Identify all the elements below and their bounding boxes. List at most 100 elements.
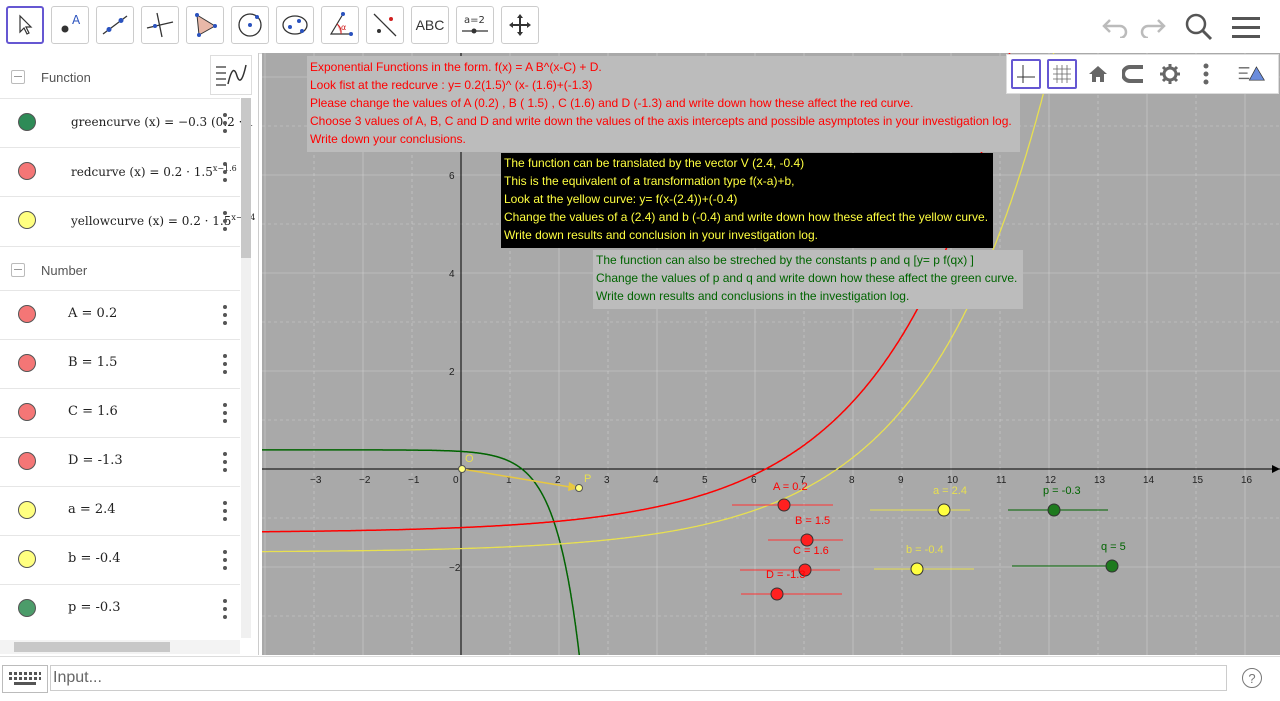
algebra-row-p[interactable]: p = -0.3 [0, 584, 240, 633]
collapse-icon[interactable] [11, 70, 25, 84]
algebra-horizontal-scrollbar[interactable] [0, 640, 240, 654]
gear-icon [1160, 64, 1180, 84]
algebra-row-greencurve[interactable]: greencurve (x) = −0.3 (0.2 · 1 [0, 98, 254, 147]
slider-b-label: b = -0.4 [906, 544, 944, 556]
show-grid-button[interactable] [1047, 59, 1077, 89]
perpendicular-line-icon [146, 12, 174, 38]
x-tick-label: 3 [604, 475, 610, 486]
algebra-row-a[interactable]: a = 2.4 [0, 486, 240, 535]
visibility-toggle-icon[interactable] [18, 452, 36, 470]
graphics-view[interactable]: −3 −2 −1 0 1 2 3 4 5 6 7 8 9 10 11 12 13 14 15 16 6 4 2 −2 O P … [262, 53, 1280, 655]
polygon-tool-button[interactable] [186, 6, 224, 44]
scrollbar-thumb[interactable] [14, 642, 170, 652]
visibility-toggle-icon[interactable] [18, 162, 36, 180]
row-menu-icon[interactable] [222, 113, 228, 133]
keyboard-icon [9, 672, 41, 685]
point-O-label: O [465, 453, 474, 465]
point-icon: A [61, 13, 81, 33]
move-graphics-tool-button[interactable] [501, 6, 539, 44]
visibility-toggle-icon[interactable] [18, 501, 36, 519]
number-category-header[interactable]: Number [0, 246, 240, 293]
move-tool-button[interactable] [6, 6, 44, 44]
point-tool-button[interactable]: A [51, 6, 89, 44]
input-bar: Input... ? [0, 656, 1280, 701]
slider-D-label: D = -1.3 [766, 569, 805, 581]
row-menu-icon[interactable] [222, 501, 228, 521]
visibility-toggle-icon[interactable] [18, 550, 36, 568]
algebra-row-yellowcurve[interactable]: yellowcurve (x) = 0.2 · 1.5x−2.4 [0, 196, 255, 245]
row-menu-icon[interactable] [222, 211, 228, 231]
algebra-row-B[interactable]: B = 1.5 [0, 339, 240, 388]
point-capturing-button[interactable] [1119, 59, 1149, 89]
redo-button[interactable] [1136, 10, 1170, 44]
standard-view-button[interactable] [1083, 59, 1113, 89]
instructions-box-green[interactable]: The function can also be streched by the… [593, 250, 1023, 309]
algebra-row-A[interactable]: A = 0.2 [0, 290, 240, 339]
slider-tool-button[interactable]: a=2 [456, 6, 494, 44]
point-O[interactable] [458, 465, 466, 473]
algebra-row-C[interactable]: C = 1.6 [0, 388, 240, 437]
show-axes-button[interactable] [1011, 59, 1041, 89]
text-tool-label: ABC [415, 17, 445, 33]
reflect-tool-button[interactable] [366, 6, 404, 44]
algebra-view: Function greencurve (x) = −0.3 (0.2 · 1 … [0, 53, 259, 655]
redcurve-definition: redcurve (x) = 0.2 · 1.5x−1.6 [71, 164, 237, 179]
x-tick-label: 5 [702, 475, 708, 486]
undo-icon [1102, 19, 1128, 38]
instruction-line: The function can also be streched by the… [596, 253, 974, 267]
function-category-header[interactable]: Function [0, 54, 240, 100]
svg-text:A: A [72, 13, 81, 27]
point-P[interactable] [575, 484, 583, 492]
algebra-row-b[interactable]: b = -0.4 [0, 535, 240, 584]
slider-p[interactable]: p = -0.3 [1008, 485, 1108, 517]
perpendicular-tool-button[interactable] [141, 6, 179, 44]
algebra-row-D[interactable]: D = -1.3 [0, 437, 240, 486]
visibility-toggle-icon[interactable] [18, 403, 36, 421]
menu-button[interactable] [1229, 10, 1263, 44]
conic-tool-button[interactable] [276, 6, 314, 44]
help-icon[interactable]: ? [1242, 668, 1262, 688]
slider-D[interactable]: D = -1.3 [741, 569, 842, 601]
text-tool-button[interactable]: ABC [411, 6, 449, 44]
svg-text:a=2: a=2 [464, 15, 485, 26]
x-tick-label: 16 [1241, 475, 1253, 486]
grid-icon [1053, 65, 1071, 83]
instructions-box-yellow[interactable]: The function can be translated by the ve… [501, 153, 993, 248]
visibility-toggle-icon[interactable] [18, 305, 36, 323]
slider-A[interactable]: A = 0.2 [732, 481, 833, 512]
input-field[interactable]: Input... [50, 665, 1227, 691]
slider-b[interactable]: b = -0.4 [874, 544, 974, 576]
visibility-toggle-icon[interactable] [18, 599, 36, 617]
circle-tool-button[interactable] [231, 6, 269, 44]
instructions-box-red[interactable]: Exponential Functions in the form. f(x) … [307, 56, 1020, 152]
visibility-toggle-icon[interactable] [18, 113, 36, 131]
style-bar-toggle-button[interactable] [1237, 59, 1267, 89]
x-tick-label: −2 [359, 475, 371, 486]
graphics-settings-button[interactable] [1155, 59, 1185, 89]
visibility-toggle-icon[interactable] [18, 211, 36, 229]
scrollbar-thumb[interactable] [241, 98, 251, 258]
keyboard-button[interactable] [2, 665, 48, 693]
magnet-icon [1122, 65, 1143, 83]
search-button[interactable] [1182, 10, 1216, 44]
slider-q[interactable]: q = 5 [1012, 541, 1126, 573]
row-menu-icon[interactable] [222, 354, 228, 374]
algebra-row-redcurve[interactable]: redcurve (x) = 0.2 · 1.5x−1.6 [0, 147, 240, 196]
ellipse-icon [282, 15, 308, 35]
slider-a[interactable]: a = 2.4 [870, 485, 970, 517]
line-tool-button[interactable] [96, 6, 134, 44]
row-menu-icon[interactable] [222, 452, 228, 472]
row-menu-icon[interactable] [222, 305, 228, 325]
algebra-vertical-scrollbar[interactable] [241, 98, 251, 638]
row-menu-icon[interactable] [222, 162, 228, 182]
angle-tool-button[interactable]: α [321, 6, 359, 44]
more-options-button[interactable] [1191, 59, 1221, 89]
slider-B[interactable]: B = 1.5 [768, 515, 843, 547]
visibility-toggle-icon[interactable] [18, 354, 36, 372]
collapse-icon[interactable] [11, 263, 25, 277]
row-menu-icon[interactable] [222, 599, 228, 619]
row-menu-icon[interactable] [222, 403, 228, 423]
instruction-line: The function can be translated by the ve… [504, 156, 805, 170]
row-menu-icon[interactable] [222, 550, 228, 570]
undo-button[interactable] [1098, 10, 1132, 44]
